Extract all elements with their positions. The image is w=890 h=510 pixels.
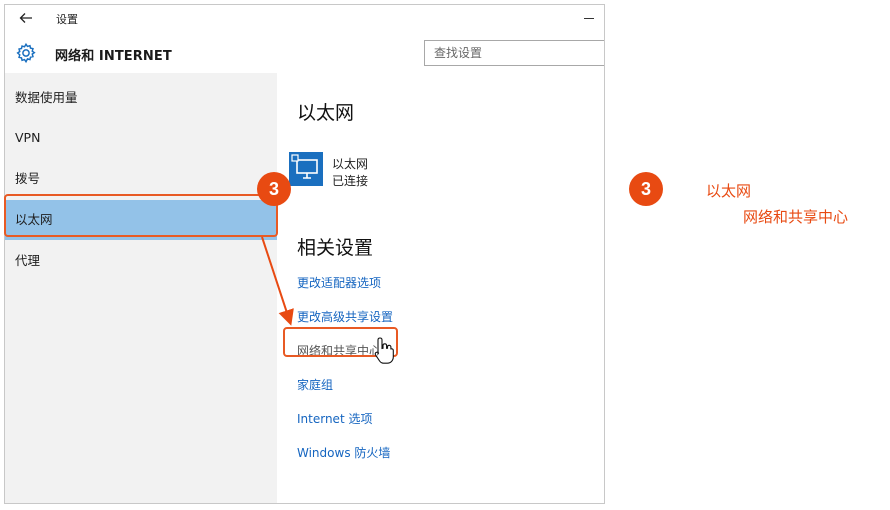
annotation-arrow <box>261 236 294 326</box>
annotation-line-1: 以太网 <box>706 182 752 200</box>
annotation-line-2: 网络和共享中心 <box>743 208 849 226</box>
hand-cursor-icon <box>374 337 394 364</box>
step-badge-right: 3 <box>629 172 663 206</box>
step-badge-left: 3 <box>257 172 291 206</box>
